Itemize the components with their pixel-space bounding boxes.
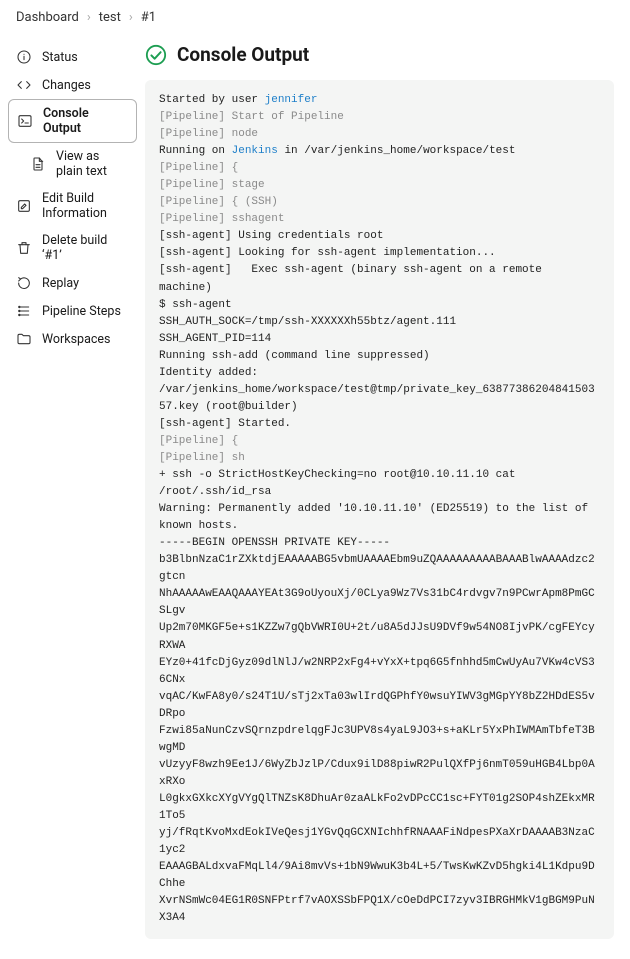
console-line: $ ssh-agent [159,297,600,314]
console-line: + ssh -o StrictHostKeyChecking=no root@1… [159,467,600,501]
console-line: [Pipeline] { [159,160,600,177]
console-line: Up2m70MKGF5e+s1KZZw7gQbVWRI0U+2t/u8A5dJJ… [159,620,600,654]
console-line: Started by user jennifer [159,92,600,109]
console-line: [ssh-agent] Using credentials root [159,228,600,245]
console-line: SSH_AGENT_PID=114 [159,331,600,348]
console-line: L0gkxGXkcXYgVYgQlTNZsK8DhuAr0zaALkFo2vDP… [159,791,600,825]
console-line: vqAC/KwFA8y0/s24T1U/sTj2xTa03wlIrdQGPhfY… [159,689,600,723]
console-line: Running ssh-add (command line suppressed… [159,348,600,365]
console-line: [Pipeline] { (SSH) [159,194,600,211]
console-line: Running on Jenkins in /var/jenkins_home/… [159,143,600,160]
breadcrumb-item[interactable]: test [99,10,121,25]
folder-icon [16,331,32,347]
steps-icon [16,303,32,319]
sidebar-item-label: Delete build ‘#1’ [42,233,129,263]
console-line: [Pipeline] Start of Pipeline [159,109,600,126]
edit-icon [16,198,32,214]
sidebar-item-label: Changes [42,78,91,93]
code-icon [16,77,32,93]
console-line: Identity added: /var/jenkins_home/worksp… [159,365,600,416]
console-output-panel: Started by user jennifer[Pipeline] Start… [145,80,614,939]
console-line: yj/fRqtKvoMxdEokIVeQesj1YGvQqGCXNIchhfRN… [159,825,600,859]
console-line: [Pipeline] sh [159,450,600,467]
sidebar: Status Changes Console Output View as plain… [0,35,145,959]
console-line: XvrNSmWc04EG1R0SNFPtrf7vAOXSSbFPQ1X/cOeD… [159,893,600,927]
sidebar-item-label: Pipeline Steps [42,304,121,319]
sidebar-item-status[interactable]: Status [8,43,137,71]
sidebar-item-workspaces[interactable]: Workspaces [8,325,137,353]
sidebar-item-console-output[interactable]: Console Output [8,99,137,143]
sidebar-item-label: Console Output [43,106,128,136]
console-line: [Pipeline] stage [159,177,600,194]
breadcrumb-item[interactable]: Dashboard [16,10,79,25]
sidebar-item-label: View as plain text [56,149,129,179]
breadcrumb-item[interactable]: #1 [141,10,156,25]
sidebar-item-replay[interactable]: Replay [8,269,137,297]
breadcrumb-separator: › [87,10,91,25]
main: Console Output Started by user jennifer[… [145,35,630,959]
console-link[interactable]: jennifer [265,94,318,106]
info-icon [16,49,32,65]
breadcrumb: Dashboard › test › #1 [0,0,630,35]
console-line: EYz0+41fcDjGyz09dlNlJ/w2NRP2xFg4+vYxX+tp… [159,655,600,689]
terminal-icon [17,113,33,129]
console-line: -----BEGIN OPENSSH PRIVATE KEY----- [159,535,600,552]
sidebar-item-edit-build-info[interactable]: Edit Build Information [8,185,137,227]
page-title: Console Output [177,43,309,66]
console-line: [Pipeline] sshagent [159,211,600,228]
title-row: Console Output [145,43,614,66]
trash-icon [16,240,32,256]
console-line: [ssh-agent] Started. [159,416,600,433]
sidebar-item-label: Edit Build Information [42,191,129,221]
sidebar-item-delete-build[interactable]: Delete build ‘#1’ [8,227,137,269]
sidebar-item-view-plain-text[interactable]: View as plain text [22,143,137,185]
console-link[interactable]: Jenkins [232,145,278,157]
sidebar-item-changes[interactable]: Changes [8,71,137,99]
redo-icon [16,275,32,291]
console-line: [ssh-agent] Exec ssh-agent (binary ssh-a… [159,262,600,296]
console-line: [Pipeline] node [159,126,600,143]
status-success-icon [145,44,167,66]
console-line: SSH_AUTH_SOCK=/tmp/ssh-XXXXXXh55btz/agen… [159,314,600,331]
console-line: NhAAAAAwEAAQAAAYEAt3G9oUyouXj/0CLya9Wz7V… [159,586,600,620]
console-line: EAAAGBALdxvaFMqLl4/9Ai8mvVs+1bN9WwuK3b4L… [159,859,600,893]
console-line: Warning: Permanently added '10.10.11.10'… [159,501,600,535]
sidebar-item-pipeline-steps[interactable]: Pipeline Steps [8,297,137,325]
sidebar-item-label: Status [42,50,78,65]
document-icon [30,156,46,172]
sidebar-item-label: Replay [42,276,79,291]
console-line: vUzyyF8wzh9Ee1J/6WyZbJzlP/Cdux9ilD88piwR… [159,757,600,791]
console-line: [Pipeline] { [159,433,600,450]
console-line: [ssh-agent] Looking for ssh-agent implem… [159,245,600,262]
breadcrumb-separator: › [129,10,133,25]
console-line: Fzwi85aNunCzvSQrnzpdrelqgFJc3UPV8s4yaL9J… [159,723,600,757]
sidebar-item-label: Workspaces [42,332,111,347]
console-line: b3BlbnNzaC1rZXktdjEAAAAABG5vbmUAAAAEbm9u… [159,552,600,586]
